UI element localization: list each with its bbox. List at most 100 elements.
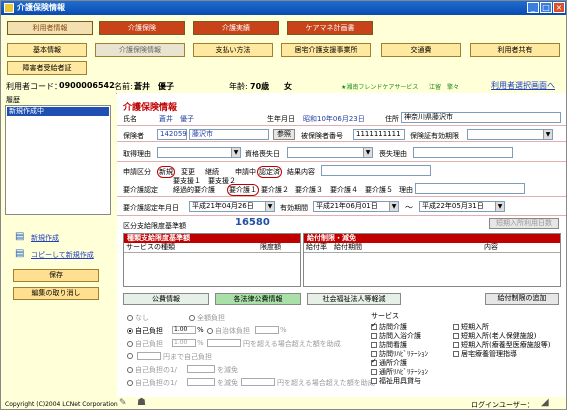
self-rate-field[interactable]: 1.00 [172,326,196,334]
insurer-ref-button[interactable]: 参照 [273,129,295,140]
user-silhouette-icon: ☗ [137,397,146,408]
tab-care-results[interactable]: 介護実績 [193,21,279,35]
subtab-payment-method[interactable]: 支払い方法 [193,43,273,57]
checkbox-icon [371,342,377,348]
history-item-selected[interactable]: 新規作成中 [7,107,109,116]
resize-grip-icon[interactable]: ◢ [541,397,549,408]
address-field[interactable]: 神奈川県藤沢市 [401,112,561,123]
over-amount-field[interactable] [207,339,241,347]
chevron-down-icon[interactable]: ▼ [231,148,240,157]
service-label: 福祉用具貸与 [379,377,421,385]
checkbox-icon [453,351,459,357]
insured-no-field[interactable]: 1111111111 [353,129,405,140]
chevron-down-icon[interactable]: ▼ [543,130,552,139]
col-service-type: サービスの種類 [126,243,175,251]
tab-public-expense[interactable]: 公費情報 [123,293,209,305]
fraction-field[interactable] [187,365,215,373]
care-opt-5[interactable]: 要介護５ [365,185,393,195]
chevron-down-icon[interactable]: ▼ [265,202,274,211]
tab-law-public-expense[interactable]: 各法律公費情報 [215,293,301,305]
cert-date-field[interactable]: 平成21年04月26日 ▼ [189,201,275,212]
minimize-icon[interactable]: _ [527,2,539,13]
valid-separator: ～ [405,203,413,212]
tab-social-welfare-reduction[interactable]: 社会福祉法人等軽減 [307,293,401,305]
subtab-user-share[interactable]: 利用者共有 [470,43,560,57]
cert-date-label: 要介護認定年月日 [123,204,179,212]
burden-fraction[interactable]: 自己負担の1/ [127,365,177,375]
insurer-code-field[interactable]: 142059 [157,129,187,140]
service-item-right-3[interactable]: 居宅療養管理指導 [453,349,517,359]
municipal-rate-field[interactable] [255,326,279,334]
qualify-date-field[interactable]: ▼ [287,147,373,158]
service-label: 訪問ﾘﾊﾋﾞﾘﾃｰｼｮﾝ [379,350,428,358]
burden-fraction-over[interactable]: 自己負担の1/ [127,378,177,388]
service-label: 通所介護 [379,359,407,367]
subtab-transport-cost[interactable]: 交通費 [381,43,461,57]
user-age: 70歳 [250,82,270,91]
close-icon[interactable]: × [553,2,565,13]
cert-expiry-field[interactable]: ▼ [467,129,553,140]
user-select-link[interactable]: 利用者選択画面へ [491,80,555,91]
fixed-amount-field[interactable] [137,352,161,360]
chevron-down-icon[interactable]: ▼ [389,202,398,211]
burden-full[interactable]: 全額負担 [189,313,225,323]
short-stay-button[interactable]: 短期入所利用日数 [489,218,559,229]
fraction-field-2[interactable] [187,378,215,386]
cancel-edit-button[interactable]: 編集の取り消し [13,287,99,300]
service-limit-panel-title: 種類支給限度基準額 [124,234,300,243]
burden-none[interactable]: なし [127,313,149,323]
chevron-down-icon[interactable]: ▼ [495,202,504,211]
checkbox-checked-icon [371,357,377,366]
maximize-icon[interactable]: □ [540,2,552,13]
self-rate-field-2[interactable]: 1.00 [172,339,196,347]
subtab-home-care-office[interactable]: 居宅介護支援事業所 [281,43,371,57]
col-benefit-rate: 給付率 [306,243,327,251]
new-create-link[interactable]: 新規作成 [31,233,59,243]
reason-field[interactable] [415,183,525,194]
burden-self[interactable]: 自己負担 [127,326,163,336]
pct-label-3: % [197,339,204,347]
acquire-reason-field[interactable]: ▼ [157,147,241,158]
history-list[interactable]: 新規作成中 [5,105,111,215]
tab-care-insurance[interactable]: 介護保険 [99,21,185,35]
care-opt-2[interactable]: 要介護２ [261,185,289,195]
care-opt-transitional[interactable]: 経過的要介護 [173,185,215,195]
divider [117,125,566,126]
add-benefit-limit-button[interactable]: 給付制限の追加 [485,293,559,305]
fixed-text: 円まで自己負担 [163,353,212,361]
over-amount-field-2[interactable] [241,378,275,386]
subtab-disability-cert[interactable]: 障害者受給者証 [7,61,87,75]
apply-status-certified[interactable]: 認定済 [257,166,282,178]
valid-to-field[interactable]: 平成22年05月31日 ▼ [419,201,505,212]
section-title: 介護保険情報 [123,103,178,113]
burden-self-over[interactable]: 自己負担 [127,339,163,349]
care-opt-3[interactable]: 要介護３ [295,185,323,195]
save-button[interactable]: 保存 [13,269,99,282]
pen-icon: ✎ [119,398,127,408]
tab-user-info[interactable]: 利用者情報 [7,21,93,35]
apply-type-label: 申請区分 [123,168,151,176]
tab-caremanager-plan[interactable]: ケアマネ計画書 [287,21,373,35]
limit-value: 16580 [235,217,270,228]
burden-municipal[interactable]: 自治体負担 [207,326,250,336]
subtab-basic-info[interactable]: 基本情報 [7,43,87,57]
pct-label-2: % [280,326,287,334]
care-opt-4[interactable]: 要介護４ [330,185,358,195]
insurer-city-field[interactable]: 藤沢市 [189,129,269,140]
service-item-left-6[interactable]: 福祉用具貸与 [371,376,421,386]
address-label: 住所 [385,115,399,123]
valid-from-field[interactable]: 平成21年06月01日 ▼ [313,201,399,212]
subtab-insurance-info[interactable]: 介護保険情報 [95,43,185,57]
radio-icon [207,328,213,334]
chevron-down-icon[interactable]: ▼ [363,148,372,157]
service-label: 訪問入浴介護 [379,332,421,340]
loss-reason-field[interactable] [413,147,513,158]
apply-status-label[interactable]: 申請中 [235,167,256,177]
col-limit: 限度額 [260,243,281,251]
result-field[interactable] [321,165,431,176]
checkbox-icon [453,324,459,330]
burden-fixed[interactable] [127,352,135,360]
service-label: 訪問介護 [379,323,407,331]
care-opt-1[interactable]: 要介護１ [227,184,259,196]
copy-create-link[interactable]: コピーして新規作成 [31,250,94,260]
